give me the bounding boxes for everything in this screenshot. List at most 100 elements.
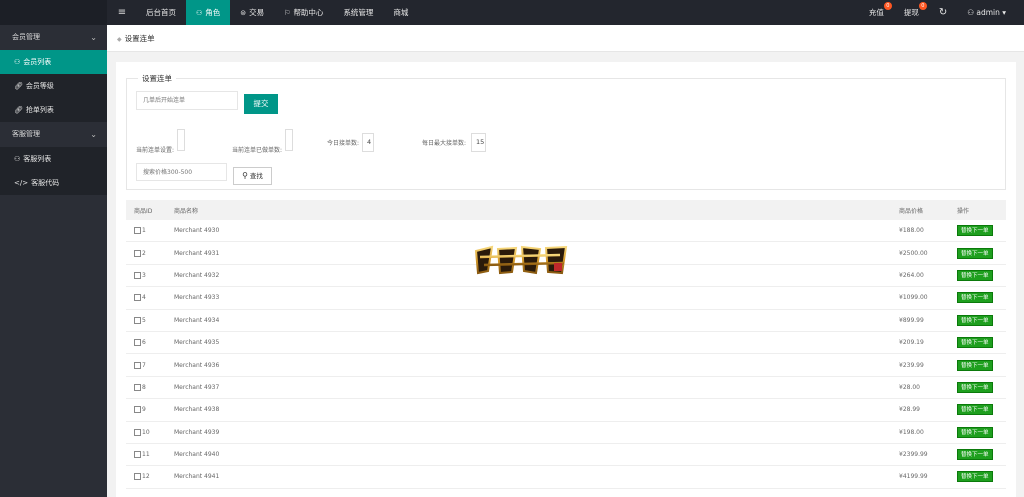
cell-op: 替换下一单 <box>957 242 993 263</box>
nav-label: 角色 <box>205 8 221 17</box>
replace-next-order-button[interactable]: 替换下一单 <box>957 337 993 349</box>
order-count-input[interactable] <box>136 91 238 110</box>
sidebar-group-service[interactable]: 客服管理 ⌄ <box>0 122 107 147</box>
current-setting-field[interactable] <box>177 129 185 151</box>
nav-item-home[interactable]: 后台首页 <box>136 0 186 25</box>
sidebar-item-member-list[interactable]: ⚇ 会员列表 <box>0 50 107 74</box>
product-id: 6 <box>142 339 146 347</box>
sidebar: 会员管理 ⌄ ⚇ 会员列表 🔗︎ 会员等级 🔗︎ 抢单列表 客服管理 ⌄ ⚇ 客服列表 </… <box>0 25 107 497</box>
row-checkbox[interactable] <box>134 428 141 436</box>
cell-id: 12 <box>134 466 150 487</box>
sidebar-item-member-level[interactable]: 🔗︎ 会员等级 <box>0 74 107 98</box>
replace-next-order-button[interactable]: 替换下一单 <box>957 292 993 304</box>
recharge-button[interactable]: 充值 0 <box>859 0 894 25</box>
row-checkbox[interactable] <box>134 383 141 391</box>
nav-item-system[interactable]: 系统管理 <box>333 0 383 25</box>
max-count-value: 15 <box>471 133 486 152</box>
price-search-input[interactable] <box>136 163 227 181</box>
top-right-actions: 充值 0 提现 0 ↻ ⚇ admin ▾ <box>859 0 1016 25</box>
admin-user-menu[interactable]: ⚇ admin ▾ <box>957 0 1016 25</box>
row-checkbox[interactable] <box>134 339 141 347</box>
withdraw-label: 提现 <box>903 8 919 17</box>
replace-next-order-button[interactable]: 替换下一单 <box>957 471 993 483</box>
row-checkbox[interactable] <box>134 361 141 369</box>
top-nav: 后台首页 ⚇ 角色 ⊜ 交易 ⚐ 帮助中心 系统管理 商城 <box>136 0 418 25</box>
refresh-icon[interactable]: ↻ <box>929 0 957 25</box>
sidebar-item-service-code[interactable]: </> 客服代码 <box>0 171 107 195</box>
sidebar-group-members[interactable]: 会员管理 ⌄ <box>0 25 107 50</box>
product-name: Merchant 4941 <box>174 473 220 481</box>
nav-item-role[interactable]: ⚇ 角色 <box>186 0 231 25</box>
row-checkbox[interactable] <box>134 271 141 279</box>
breadcrumb: ◆ 设置连单 <box>107 25 1024 52</box>
cell-op: 替换下一单 <box>957 332 993 353</box>
admin-label: admin <box>976 8 1000 17</box>
breadcrumb-label: 设置连单 <box>124 34 155 43</box>
table-row: 4 Merchant 4933 ¥1099.00 替换下一单 <box>126 287 1006 310</box>
dot-icon: ◆ <box>117 36 122 43</box>
replace-next-order-button[interactable]: 替换下一单 <box>957 359 993 371</box>
replace-next-order-button[interactable]: 替换下一单 <box>957 404 993 416</box>
label-current-setting: 当前连单设置: <box>136 147 175 154</box>
table-header: 商品ID 商品名称 商品价格 操作 <box>126 200 1006 220</box>
nav-label: 后台首页 <box>146 8 176 17</box>
replace-next-order-button[interactable]: 替换下一单 <box>957 269 993 281</box>
product-name: Merchant 4937 <box>174 383 220 391</box>
chevron-down-icon: ⌄ <box>90 130 97 139</box>
submit-button[interactable]: 提交 <box>244 94 278 114</box>
replace-next-order-button[interactable]: 替换下一单 <box>957 426 993 438</box>
replace-next-order-button[interactable]: 替换下一单 <box>957 449 993 461</box>
cell-id: 9 <box>134 399 146 420</box>
search-button[interactable]: ⚲ 查找 <box>233 167 272 185</box>
cell-op: 替换下一单 <box>957 377 993 398</box>
recharge-badge: 0 <box>883 2 892 10</box>
withdraw-button[interactable]: 提现 0 <box>894 0 929 25</box>
product-price: ¥264.00 <box>899 271 924 279</box>
replace-next-order-button[interactable]: 替换下一单 <box>957 225 993 237</box>
cell-op: 替换下一单 <box>957 287 993 308</box>
replace-next-order-button[interactable]: 替换下一单 <box>957 381 993 393</box>
product-price: ¥209.19 <box>899 339 924 347</box>
row-checkbox[interactable] <box>134 249 141 257</box>
product-price: ¥28.99 <box>899 406 920 414</box>
table-row: 9 Merchant 4938 ¥28.99 替换下一单 <box>126 399 1006 422</box>
cell-op: 替换下一单 <box>957 310 993 331</box>
chevron-down-icon: ▾ <box>999 8 1006 17</box>
product-name: Merchant 4938 <box>174 406 220 414</box>
current-done-field[interactable] <box>285 129 293 151</box>
nav-item-help[interactable]: ⚐ 帮助中心 <box>274 0 333 25</box>
table-row: 8 Merchant 4937 ¥28.00 替换下一单 <box>126 377 1006 400</box>
replace-next-order-button[interactable]: 替换下一单 <box>957 247 993 259</box>
table-row: 10 Merchant 4939 ¥198.00 替换下一单 <box>126 422 1006 444</box>
product-name: Merchant 4935 <box>174 339 220 347</box>
cell-id: 7 <box>134 354 146 375</box>
nav-item-trade[interactable]: ⊜ 交易 <box>230 0 274 25</box>
table-row: 5 Merchant 4934 ¥899.99 替换下一单 <box>126 310 1006 332</box>
nav-item-mall[interactable]: 商城 <box>383 0 418 25</box>
row-checkbox[interactable] <box>134 451 141 459</box>
nav-label: 交易 <box>249 8 265 17</box>
user-icon: ⚇ <box>14 58 21 66</box>
row-checkbox[interactable] <box>134 473 141 481</box>
cell-id: 5 <box>134 310 146 331</box>
logo-area <box>0 0 107 25</box>
nav-label: 帮助中心 <box>293 8 324 17</box>
table-row: 1 Merchant 4930 ¥188.00 替换下一单 <box>126 220 1006 243</box>
header-op: 操作 <box>957 207 970 215</box>
row-checkbox[interactable] <box>134 316 141 324</box>
cell-op: 替换下一单 <box>957 265 993 286</box>
cell-op: 替换下一单 <box>957 399 993 420</box>
sidebar-item-label: 抢单列表 <box>25 106 54 114</box>
table-row: 12 Merchant 4941 ¥4199.99 替换下一单 <box>126 466 1006 489</box>
row-checkbox[interactable] <box>134 406 141 414</box>
cell-op: 替换下一单 <box>957 466 993 487</box>
sidebar-item-service-list[interactable]: ⚇ 客服列表 <box>0 147 107 171</box>
product-id: 8 <box>142 383 146 391</box>
row-checkbox[interactable] <box>134 227 141 235</box>
menu-toggle-icon[interactable]: ≡ <box>111 0 133 25</box>
sidebar-item-order-list[interactable]: 🔗︎ 抢单列表 <box>0 98 107 122</box>
cell-op: 替换下一单 <box>957 354 993 375</box>
replace-next-order-button[interactable]: 替换下一单 <box>957 314 993 326</box>
row-checkbox[interactable] <box>134 294 141 302</box>
sidebar-item-label: 会员等级 <box>25 82 54 90</box>
